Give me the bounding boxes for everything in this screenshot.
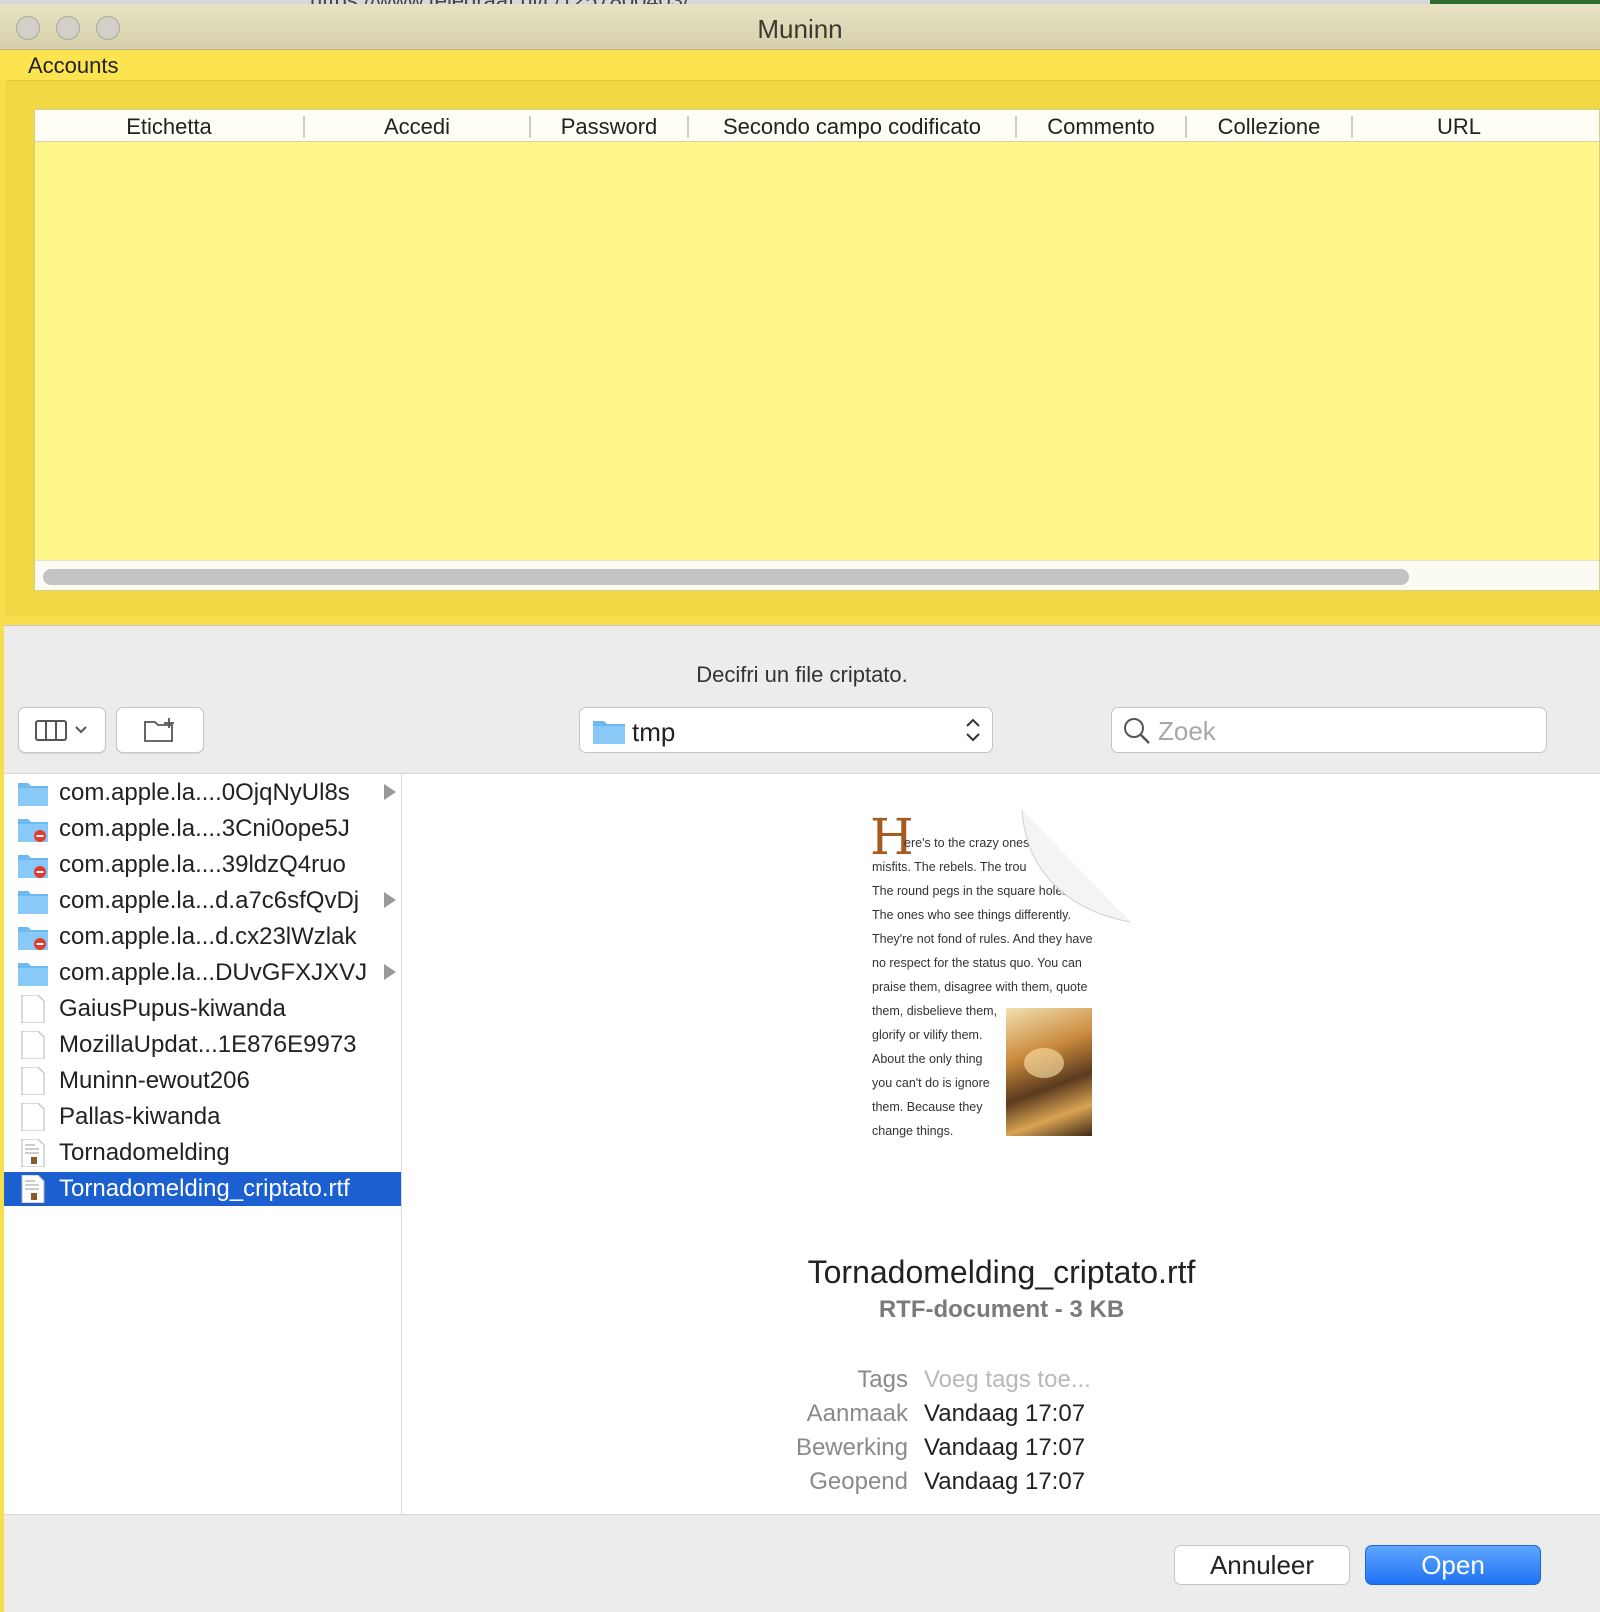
location-label: tmp xyxy=(632,717,676,747)
file-name: com.apple.la....0OjqNyUl8s xyxy=(59,779,350,806)
modified-value: Vandaag 17:07 xyxy=(924,1434,1086,1461)
file-row-selected[interactable]: Tornadomelding_criptato.rtf xyxy=(4,1172,401,1206)
folder-icon xyxy=(18,891,48,914)
column-header-secondo-campo[interactable]: Secondo campo codificato xyxy=(689,114,1015,140)
document-text-line: them. Because they xyxy=(872,1100,983,1114)
file-name: GaiusPupus-kiwanda xyxy=(59,995,286,1022)
file-name: Muninn-ewout206 xyxy=(59,1067,250,1094)
cancel-button[interactable]: Annuleer xyxy=(1174,1545,1350,1585)
column-header-etichetta[interactable]: Etichetta xyxy=(35,114,303,140)
document-text-line: change things. xyxy=(872,1124,954,1138)
file-name: Tornadomelding xyxy=(59,1139,230,1166)
menu-bar: Accounts xyxy=(0,50,1600,80)
opened-label: Geopend xyxy=(809,1468,908,1495)
document-icon xyxy=(21,995,45,1023)
rtf-document-icon xyxy=(21,1175,45,1203)
title-bar[interactable]: Muninn xyxy=(0,4,1600,50)
file-browser: com.apple.la....0OjqNyUl8s com.apple.la..… xyxy=(4,773,1600,1515)
folder-icon xyxy=(18,783,48,806)
document-icon xyxy=(21,1067,45,1095)
file-row[interactable]: Muninn-ewout206 xyxy=(4,1064,401,1098)
file-name: Pallas-kiwanda xyxy=(59,1103,221,1130)
preview-file-name: Tornadomelding_criptato.rtf xyxy=(807,1254,1196,1290)
page-curl xyxy=(1021,810,1131,923)
file-row[interactable]: com.apple.la....0OjqNyUl8s xyxy=(4,776,401,810)
open-button[interactable]: Open xyxy=(1365,1545,1541,1585)
modified-label: Bewerking xyxy=(795,1434,908,1461)
search-icon xyxy=(1124,718,1150,744)
open-file-dialog: Decifri un file criptato. tmp Zoek com.a… xyxy=(4,625,1600,1612)
document-icon xyxy=(21,1031,45,1059)
accounts-table[interactable]: Etichetta Accedi Password Secondo campo … xyxy=(34,109,1600,591)
file-row[interactable]: com.apple.la...d.a7c6sfQvDj xyxy=(4,884,401,918)
column-header-password[interactable]: Password xyxy=(531,114,687,140)
file-name: com.apple.la...DUvGFXJXVJ xyxy=(59,959,368,986)
up-down-arrows-icon xyxy=(966,718,980,742)
file-name: Tornadomelding_criptato.rtf xyxy=(59,1175,350,1202)
window-title: Muninn xyxy=(757,14,843,44)
column-header-collezione[interactable]: Collezione xyxy=(1187,114,1351,140)
folder-icon xyxy=(593,721,625,744)
horizontal-scrollbar-thumb[interactable] xyxy=(43,569,1409,585)
document-text-line: you can't do is ignore xyxy=(872,1076,990,1090)
file-row[interactable]: com.apple.la...DUvGFXJXVJ xyxy=(4,956,401,990)
disclosure-arrow-icon[interactable] xyxy=(384,964,396,980)
document-photo xyxy=(1006,1008,1092,1136)
document-text-line: them, disbelieve them, xyxy=(872,1004,998,1018)
file-row[interactable]: MozillaUpdat...1E876E9973 xyxy=(4,1028,401,1062)
new-folder-icon xyxy=(144,718,174,742)
folder-icon xyxy=(18,927,48,950)
document-text-line: no respect for the status quo. You can xyxy=(872,956,1082,970)
file-row[interactable]: Tornadomelding xyxy=(4,1136,401,1170)
document-text-line: About the only thing xyxy=(872,1052,983,1066)
location-popup[interactable]: tmp xyxy=(579,707,993,753)
column-header-url[interactable]: URL xyxy=(1353,114,1565,140)
file-preview: H ere's to the crazy ones misfits. The re… xyxy=(403,774,1600,1514)
accounts-panel: Etichetta Accedi Password Secondo campo … xyxy=(6,80,1600,616)
file-name: MozillaUpdat...1E876E9973 xyxy=(59,1031,357,1058)
search-field[interactable]: Zoek xyxy=(1111,707,1547,753)
file-list[interactable]: com.apple.la....0OjqNyUl8s com.apple.la..… xyxy=(4,774,402,1514)
opened-value: Vandaag 17:07 xyxy=(924,1468,1086,1495)
column-header-accedi[interactable]: Accedi xyxy=(305,114,529,140)
menu-accounts[interactable]: Accounts xyxy=(28,53,119,79)
document-thumbnail: H ere's to the crazy ones misfits. The re… xyxy=(834,810,1131,1174)
file-row[interactable]: com.apple.la....3Cni0ope5J xyxy=(4,812,401,846)
disclosure-arrow-icon[interactable] xyxy=(384,784,396,800)
column-view-icon xyxy=(35,720,87,741)
file-name: com.apple.la....39ldzQ4ruo xyxy=(59,851,346,878)
tags-label: Tags xyxy=(857,1366,908,1393)
document-text-line: misfits. The rebels. The trou xyxy=(872,860,1027,874)
file-name: com.apple.la...d.cx23lWzlak xyxy=(59,923,357,950)
view-mode-button[interactable] xyxy=(18,707,106,753)
folder-icon xyxy=(18,963,48,986)
table-header: Etichetta Accedi Password Secondo campo … xyxy=(35,110,1599,142)
folder-icon xyxy=(18,855,48,878)
file-name: com.apple.la....3Cni0ope5J xyxy=(59,815,350,842)
rtf-document-icon xyxy=(21,1139,45,1167)
document-text-line: ere's to the crazy ones xyxy=(904,836,1030,850)
tags-input[interactable]: Voeg tags toe... xyxy=(924,1366,1091,1394)
document-text-line: They're not fond of rules. And they have xyxy=(872,932,1093,946)
horizontal-scrollbar[interactable] xyxy=(35,560,1599,590)
dialog-prompt: Decifri un file criptato. xyxy=(696,662,908,687)
file-row[interactable]: Pallas-kiwanda xyxy=(4,1100,401,1134)
folder-icon xyxy=(18,819,48,842)
file-row[interactable]: com.apple.la...d.cx23lWzlak xyxy=(4,920,401,954)
file-name: com.apple.la...d.a7c6sfQvDj xyxy=(59,887,360,914)
disclosure-arrow-icon[interactable] xyxy=(384,892,396,908)
preview-file-kind: RTF-document - 3 KB xyxy=(878,1296,1125,1323)
file-row[interactable]: com.apple.la....39ldzQ4ruo xyxy=(4,848,401,882)
search-placeholder: Zoek xyxy=(1158,716,1216,746)
new-folder-button[interactable] xyxy=(116,707,204,753)
created-value: Vandaag 17:07 xyxy=(924,1400,1086,1427)
chevron-down-icon xyxy=(75,726,87,734)
document-icon xyxy=(21,1103,45,1131)
created-label: Aanmaak xyxy=(806,1400,908,1427)
column-header-commento[interactable]: Commento xyxy=(1017,114,1185,140)
document-text-line: glorify or vilify them. xyxy=(872,1028,983,1042)
file-row[interactable]: GaiusPupus-kiwanda xyxy=(4,992,401,1026)
document-text-line: praise them, disagree with them, quote xyxy=(872,980,1088,994)
